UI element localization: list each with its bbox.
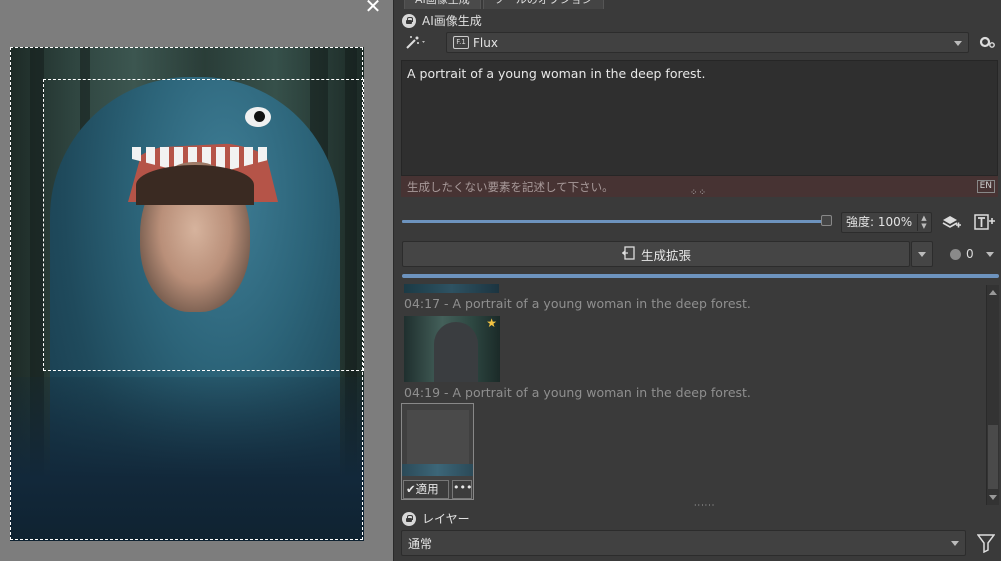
history-thumbnail-partial[interactable] — [404, 284, 499, 293]
history-item-label: 04:19 - A portrait of a young woman in t… — [404, 385, 751, 400]
canvas-area[interactable]: ✕ — [0, 0, 393, 561]
scroll-up-icon[interactable] — [989, 290, 997, 295]
check-icon: ✔ — [406, 482, 416, 496]
scroll-down-icon[interactable] — [989, 495, 997, 500]
ai-generation-panel: AI画像生成 ツールのオプション AI画像生成 F.1 Flux A portr… — [393, 0, 1001, 561]
strength-slider-track[interactable] — [402, 220, 826, 223]
more-options-button[interactable]: ••• — [452, 480, 472, 499]
strength-value: 強度: 100% — [846, 215, 913, 229]
generation-progress-bar — [402, 274, 999, 278]
wand-icon[interactable] — [404, 34, 430, 54]
selection-marquee[interactable] — [43, 79, 364, 371]
chevron-down-icon — [954, 41, 962, 46]
queue-count: 0 — [966, 247, 974, 261]
history-resize-grip-icon[interactable]: ······ — [694, 501, 715, 510]
star-icon: ★ — [486, 316, 497, 330]
language-toggle[interactable]: EN — [976, 180, 995, 193]
text-add-icon[interactable] — [974, 213, 996, 235]
prompt-textarea[interactable]: A portrait of a young woman in the deep … — [401, 60, 998, 176]
negative-prompt-placeholder: 生成したくない要素を記述して下さい。 — [407, 180, 614, 194]
apply-button[interactable]: ✔適用 — [403, 480, 449, 499]
history-list[interactable]: 04:17 - A portrait of a young woman in t… — [401, 284, 985, 508]
spin-arrows-icon[interactable]: ▲ ▼ — [917, 214, 930, 231]
tab-tool-options[interactable]: ツールのオプション — [482, 0, 604, 9]
strength-spinbox[interactable]: 強度: 100% ▲ ▼ — [841, 212, 932, 233]
model-badge-icon: F.1 — [453, 36, 469, 49]
gear-icon[interactable] — [977, 34, 997, 54]
layers-add-icon[interactable] — [940, 214, 962, 234]
history-scrollbar[interactable] — [986, 285, 999, 505]
generate-expand-label: 生成拡張 — [640, 247, 691, 263]
tab-ai-generation[interactable]: AI画像生成 — [404, 0, 481, 9]
scrollbar-thumb[interactable] — [988, 425, 998, 489]
layer-section-header[interactable]: レイヤー — [402, 510, 470, 527]
lock-icon[interactable] — [402, 511, 416, 526]
queue-dropdown-chevron-icon[interactable] — [986, 252, 994, 257]
chevron-down-icon — [951, 541, 959, 546]
generate-expand-button[interactable]: 生成拡張 — [402, 241, 910, 267]
expand-icon — [621, 245, 635, 263]
history-thumbnail-selected[interactable]: ✔適用 ••• — [401, 403, 474, 500]
model-select[interactable]: F.1 Flux — [446, 32, 969, 53]
layer-section-title: レイヤー — [422, 512, 470, 526]
blend-mode-select[interactable]: 通常 — [401, 530, 966, 556]
blend-mode-value: 通常 — [408, 536, 433, 551]
close-icon[interactable]: ✕ — [362, 0, 384, 16]
panel-tabs: AI画像生成 ツールのオプション — [404, 0, 606, 10]
apply-button-label: 適用 — [415, 482, 439, 496]
filter-icon[interactable] — [975, 533, 997, 557]
lock-icon[interactable] — [402, 13, 416, 28]
ai-section-header[interactable]: AI画像生成 — [402, 12, 482, 29]
generate-options-dropdown[interactable] — [911, 241, 933, 267]
history-thumbnail[interactable]: ★ — [404, 316, 500, 382]
resize-grip-icon[interactable]: ⁘⁘ — [690, 188, 707, 198]
strength-slider-handle[interactable] — [821, 215, 832, 226]
progress-fill — [402, 274, 999, 278]
queue-indicator-icon — [950, 249, 961, 260]
model-select-value: Flux — [473, 35, 498, 50]
ai-section-title: AI画像生成 — [422, 14, 482, 28]
history-item-label: 04:17 - A portrait of a young woman in t… — [404, 296, 751, 311]
